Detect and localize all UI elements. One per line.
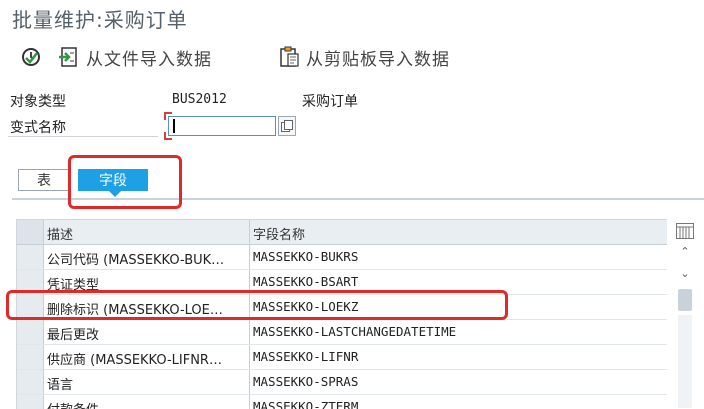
object-type-row: 对象类型 BUS2012 采购订单	[0, 89, 704, 111]
clipboard-icon	[278, 46, 300, 68]
tab-table[interactable]: 表	[18, 169, 70, 191]
column-settings-icon	[676, 223, 694, 239]
cell-description: 最后更改	[47, 328, 100, 343]
cell-field-name: MASSEKKO-BSART	[253, 274, 359, 289]
chevron-up-icon: ⌃	[680, 244, 690, 258]
value-help-icon	[281, 120, 293, 132]
cell-field-name: MASSEKKO-BUKRS	[253, 249, 359, 264]
import-from-clipboard-button[interactable]: 从剪贴板导入数据	[278, 42, 450, 72]
row-selector[interactable]	[17, 370, 44, 394]
execute-button[interactable]	[20, 42, 42, 72]
scrollbar-thumb[interactable]	[678, 289, 692, 311]
table-row[interactable]: 语言 MASSEKKO-SPRAS	[17, 370, 667, 395]
import-from-clipboard-label: 从剪贴板导入数据	[306, 49, 450, 70]
import-from-file-label: 从文件导入数据	[86, 49, 212, 70]
row-selector[interactable]	[17, 395, 44, 409]
cell-field-name: MASSEKKO-LIFNR	[253, 349, 359, 364]
table-row[interactable]: 公司代码 (MASSEKKO-BUK… MASSEKKO-BUKRS	[17, 245, 667, 270]
text-caret	[173, 119, 175, 133]
value-help-button[interactable]	[278, 116, 296, 136]
scroll-up-button[interactable]: ⌃	[676, 243, 694, 259]
highlight-box-fields-tab	[68, 155, 182, 209]
row-selector[interactable]	[17, 245, 44, 269]
table-row[interactable]: 付款条件 MASSEKKO-ZTERM	[17, 395, 667, 409]
tab-table-label: 表	[37, 173, 51, 189]
column-settings-button[interactable]	[676, 223, 694, 239]
column-header-field-name[interactable]: 字段名称	[253, 224, 305, 243]
page-title: 批量维护:采购订单	[12, 8, 188, 32]
row-selector[interactable]	[17, 345, 44, 369]
required-marker-top	[164, 112, 172, 120]
scroll-down-button[interactable]: ⌄	[676, 265, 694, 281]
variant-name-input[interactable]	[168, 116, 276, 136]
select-all-cell[interactable]	[17, 220, 44, 244]
object-type-code: BUS2012	[172, 92, 227, 107]
variant-row: 变式名称	[0, 115, 704, 137]
highlight-box-deletion-row	[6, 290, 508, 320]
table-header: 描述 字段名称	[17, 220, 667, 245]
scrollbar-track[interactable]	[678, 315, 692, 408]
variant-label-underline	[8, 136, 158, 137]
table-row[interactable]: 供应商 (MASSEKKO-LIFNR… MASSEKKO-LIFNR	[17, 345, 667, 370]
cell-field-name: MASSEKKO-SPRAS	[253, 374, 359, 389]
cell-field-name: MASSEKKO-LASTCHANGEDATETIME	[253, 324, 457, 339]
execute-clock-icon	[20, 46, 42, 68]
object-type-label: 对象类型	[10, 94, 66, 110]
row-selector[interactable]	[17, 320, 44, 344]
chevron-down-icon: ⌄	[680, 266, 690, 280]
toolbar: 从文件导入数据 从剪贴板导入数据	[0, 42, 704, 72]
table-row[interactable]: 最后更改 MASSEKKO-LASTCHANGEDATETIME	[17, 320, 667, 345]
vertical-scrollbar[interactable]: ⌃ ⌄	[672, 219, 698, 408]
cell-description: 语言	[47, 378, 74, 393]
object-type-name: 采购订单	[302, 94, 358, 110]
required-marker-bottom	[164, 132, 172, 140]
column-header-description[interactable]: 描述	[47, 224, 73, 243]
import-file-icon	[58, 46, 80, 68]
import-from-file-button[interactable]: 从文件导入数据	[58, 42, 212, 72]
cell-description: 供应商 (MASSEKKO-LIFNR…	[47, 353, 222, 368]
variant-label: 变式名称	[10, 120, 66, 136]
cell-description: 公司代码 (MASSEKKO-BUK…	[47, 253, 225, 268]
